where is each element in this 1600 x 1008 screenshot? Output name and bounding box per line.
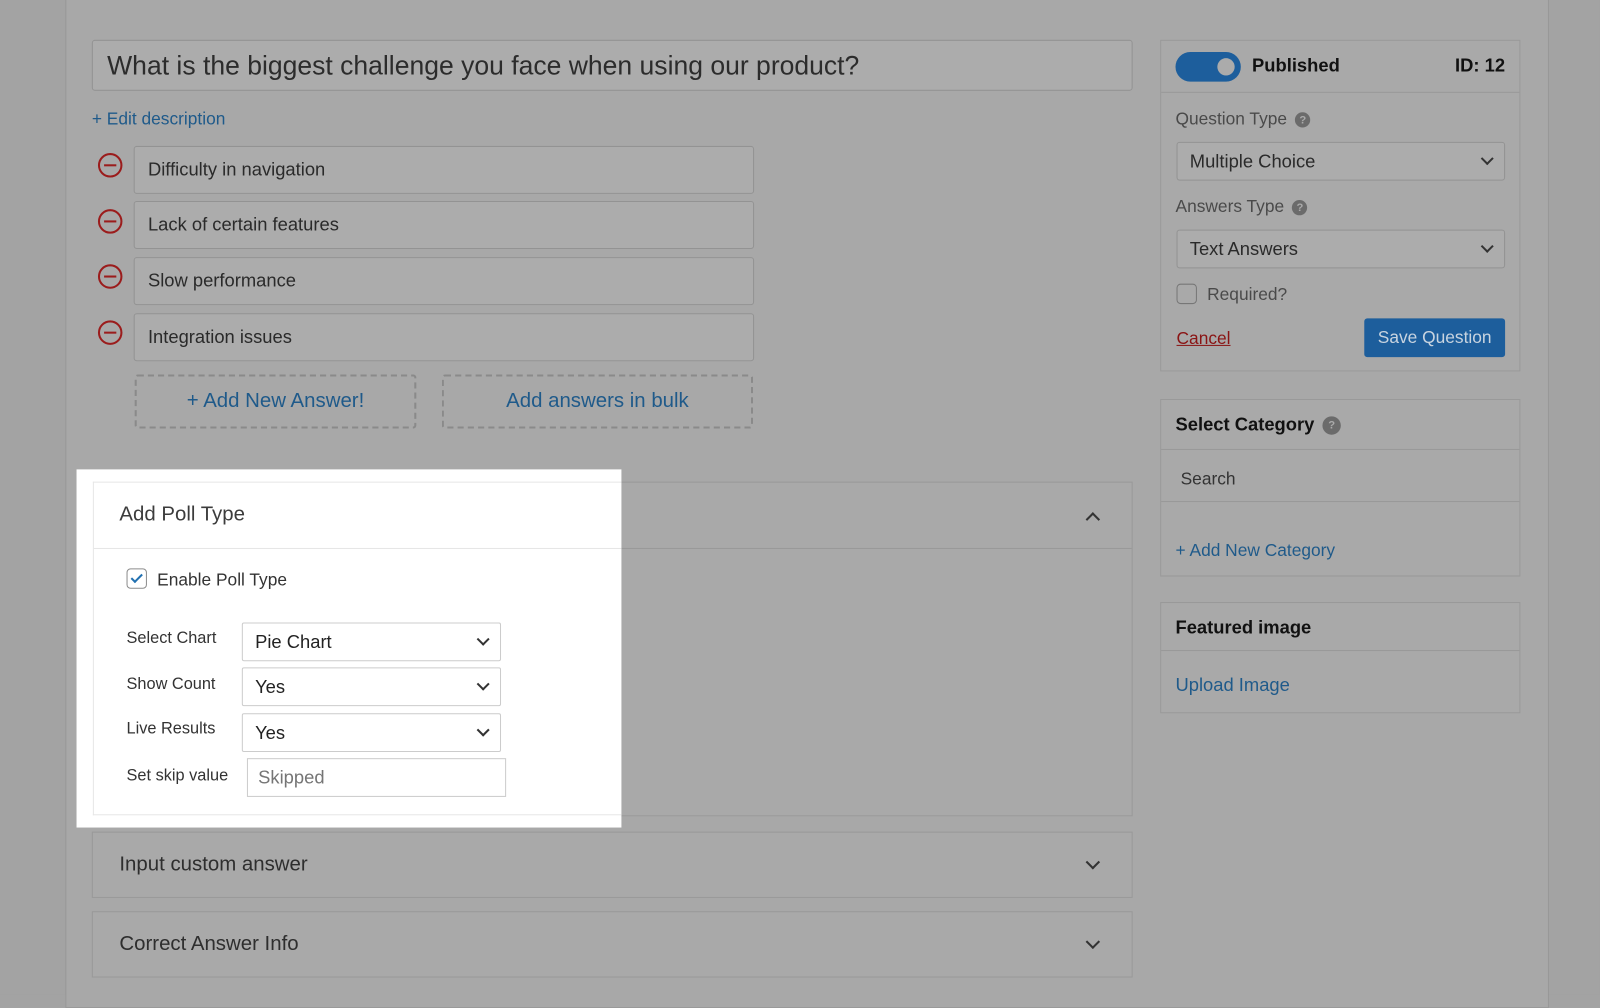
help-icon[interactable]: ? [1292, 200, 1308, 216]
answer-input[interactable]: Difficulty in navigation [133, 145, 755, 194]
live-results-dropdown[interactable]: Yes [241, 713, 502, 753]
chevron-down-icon [1480, 152, 1494, 166]
required-checkbox[interactable] [1176, 283, 1197, 305]
remove-answer-icon[interactable] [97, 209, 123, 234]
live-results-value: Yes [255, 721, 286, 743]
save-question-button[interactable]: Save Question [1364, 318, 1506, 358]
poll-type-panel: Add Poll Type Enable Poll Type Select Ch… [76, 469, 622, 828]
category-search-input[interactable]: Search [1181, 469, 1236, 489]
select-chart-label: Select Chart [126, 629, 217, 647]
help-icon[interactable]: ? [1322, 416, 1341, 435]
cancel-link[interactable]: Cancel [1177, 329, 1231, 349]
category-panel: Select Category? Search + Add New Catego… [1160, 398, 1521, 577]
page: What is the biggest challenge you face w… [0, 0, 1600, 1008]
published-toggle[interactable] [1175, 52, 1241, 82]
chevron-down-icon [476, 632, 490, 646]
skip-value-label: Set skip value [126, 767, 229, 785]
skip-value-input[interactable] [246, 758, 507, 797]
answer-input[interactable]: Integration issues [133, 313, 755, 362]
add-category-link[interactable]: + Add New Category [1176, 541, 1336, 561]
poll-panel-title: Add Poll Type [119, 503, 245, 526]
show-count-label: Show Count [126, 675, 216, 693]
select-chart-value: Pie Chart [255, 631, 332, 652]
collapse-chevron-icon[interactable] [1085, 512, 1101, 527]
published-label: Published [1252, 55, 1340, 76]
enable-poll-label: Enable Poll Type [157, 570, 288, 590]
show-count-value: Yes [255, 676, 286, 697]
upload-image-link[interactable]: Upload Image [1176, 674, 1290, 695]
answer-input[interactable]: Lack of certain features [133, 201, 755, 249]
question-type-label: Question Type? [1176, 109, 1311, 129]
section-title: Correct Answer Info [119, 932, 299, 956]
add-answers-bulk-button[interactable]: Add answers in bulk [441, 374, 754, 429]
chevron-down-icon [1480, 239, 1494, 253]
live-results-label: Live Results [126, 720, 216, 738]
remove-answer-icon[interactable] [97, 320, 123, 345]
help-icon[interactable]: ? [1295, 112, 1311, 128]
edit-description-link[interactable]: + Edit description [92, 109, 226, 129]
featured-image-title: Featured image [1175, 617, 1312, 638]
category-title: Select Category? [1176, 414, 1341, 435]
required-label: Required? [1207, 284, 1288, 305]
chevron-down-icon [476, 677, 490, 691]
select-chart-dropdown[interactable]: Pie Chart [241, 622, 502, 662]
answers-type-select[interactable]: Text Answers [1176, 229, 1506, 269]
question-title-input[interactable]: What is the biggest challenge you face w… [91, 39, 1133, 91]
chevron-down-icon [476, 723, 490, 737]
remove-answer-icon[interactable] [97, 264, 123, 289]
check-icon [130, 570, 143, 584]
featured-image-panel: Featured image Upload Image [1160, 602, 1521, 714]
question-id: ID: 12 [1455, 55, 1506, 76]
publish-panel: Published ID: 12 Question Type? Multiple… [1160, 39, 1521, 372]
question-type-select[interactable]: Multiple Choice [1176, 141, 1506, 181]
remove-answer-icon[interactable] [97, 153, 123, 178]
answers-type-label: Answers Type? [1176, 197, 1308, 217]
show-count-dropdown[interactable]: Yes [241, 667, 502, 707]
chevron-down-icon [1085, 934, 1101, 950]
add-new-answer-button[interactable]: + Add New Answer! [134, 374, 417, 429]
enable-poll-checkbox[interactable] [126, 568, 147, 589]
section-title: Input custom answer [119, 853, 308, 876]
input-custom-answer-section[interactable]: Input custom answer [91, 831, 1133, 898]
answer-input[interactable]: Slow performance [133, 257, 755, 306]
correct-answer-info-section[interactable]: Correct Answer Info [91, 911, 1133, 978]
chevron-down-icon [1085, 855, 1101, 870]
